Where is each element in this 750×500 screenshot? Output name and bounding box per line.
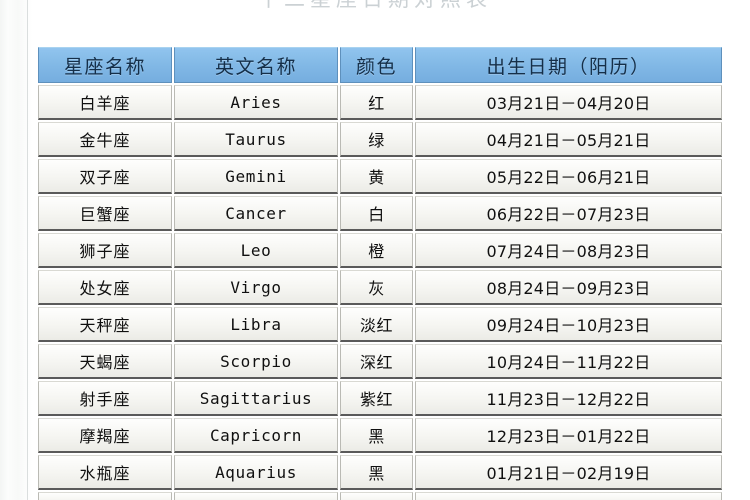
cell-date: 12月23日－01月22日: [415, 418, 722, 453]
cell-eng: Aquarius: [174, 455, 338, 490]
cell-eng: Cancer: [174, 196, 338, 231]
cell-color: 紫红: [340, 381, 413, 416]
table-row: 金牛座 Taurus 绿 04月21日－05月21日: [38, 122, 722, 157]
cell-date: 04月21日－05月21日: [415, 122, 722, 157]
cell-eng: Leo: [174, 233, 338, 268]
cell-name: 处女座: [38, 270, 172, 305]
cell-eng: Scorpio: [174, 344, 338, 379]
cell-date: 03月21日－04月20日: [415, 85, 722, 120]
cell-color: 黑: [340, 455, 413, 490]
cell-color: 红: [340, 85, 413, 120]
cell-eng: Libra: [174, 307, 338, 342]
table-body: 白羊座 Aries 红 03月21日－04月20日 金牛座 Taurus 绿 04月21日－0…: [38, 85, 722, 500]
table-row: 天蝎座 Scorpio 深红 10月24日－11月22日: [38, 344, 722, 379]
table-row: 双子座 Gemini 黄 05月22日－06月21日: [38, 159, 722, 194]
cell-eng: Gemini: [174, 159, 338, 194]
cell-name: 射手座: [38, 381, 172, 416]
cell-color: 橙: [340, 233, 413, 268]
cell-name: 白羊座: [38, 85, 172, 120]
cell-date: 06月22日－07月23日: [415, 196, 722, 231]
cell-name: 金牛座: [38, 122, 172, 157]
cell-color: 深红: [340, 344, 413, 379]
cell-color: 黄: [340, 159, 413, 194]
table-row: 摩羯座 Capricorn 黑 12月23日－01月22日: [38, 418, 722, 453]
cell-eng: [174, 492, 338, 500]
column-header-color: 颜色: [340, 47, 413, 83]
table-row: [38, 492, 722, 500]
cell-name: 天秤座: [38, 307, 172, 342]
cell-color: 淡红: [340, 307, 413, 342]
cell-eng: Sagittarius: [174, 381, 338, 416]
column-header-birth-date: 出生日期（阳历）: [415, 47, 722, 83]
table-row: 巨蟹座 Cancer 白 06月22日－07月23日: [38, 196, 722, 231]
page-title-text: 十二星座日期对照表: [0, 0, 750, 13]
cell-name: 摩羯座: [38, 418, 172, 453]
table-row: 水瓶座 Aquarius 黑 01月21日－02月19日: [38, 455, 722, 490]
table-row: 白羊座 Aries 红 03月21日－04月20日: [38, 85, 722, 120]
cell-name: 双子座: [38, 159, 172, 194]
cell-date: 10月24日－11月22日: [415, 344, 722, 379]
table-row: 狮子座 Leo 橙 07月24日－08月23日: [38, 233, 722, 268]
cell-color: 灰: [340, 270, 413, 305]
cell-date: 11月23日－12月22日: [415, 381, 722, 416]
column-header-english-name: 英文名称: [174, 47, 338, 83]
cell-name: 水瓶座: [38, 455, 172, 490]
cell-name: [38, 492, 172, 500]
cell-date: 09月24日－10月23日: [415, 307, 722, 342]
cell-name: 巨蟹座: [38, 196, 172, 231]
cell-color: 黑: [340, 418, 413, 453]
table-header-row: 星座名称 英文名称 颜色 出生日期（阳历）: [38, 47, 722, 83]
cell-eng: Aries: [174, 85, 338, 120]
table-row: 天秤座 Libra 淡红 09月24日－10月23日: [38, 307, 722, 342]
cell-eng: Virgo: [174, 270, 338, 305]
table-header: 星座名称 英文名称 颜色 出生日期（阳历）: [38, 47, 722, 83]
table-row: 射手座 Sagittarius 紫红 11月23日－12月22日: [38, 381, 722, 416]
cell-name: 天蝎座: [38, 344, 172, 379]
cell-date: [415, 492, 722, 500]
cell-name: 狮子座: [38, 233, 172, 268]
table-row: 处女座 Virgo 灰 08月24日－09月23日: [38, 270, 722, 305]
zodiac-table: 星座名称 英文名称 颜色 出生日期（阳历） 白羊座 Aries 红 03月21日－04…: [36, 45, 724, 500]
cell-date: 05月22日－06月21日: [415, 159, 722, 194]
cell-color: 绿: [340, 122, 413, 157]
cell-eng: Capricorn: [174, 418, 338, 453]
cell-date: 07月24日－08月23日: [415, 233, 722, 268]
cell-date: 01月21日－02月19日: [415, 455, 722, 490]
page-title-clipped: 十二星座日期对照表: [0, 0, 750, 16]
cell-color: [340, 492, 413, 500]
zodiac-reference-image: 十二星座日期对照表 星座名称 英文名称 颜色 出生日期（阳历） 白羊座Aries…: [0, 0, 750, 500]
column-header-zodiac-name: 星座名称: [38, 47, 172, 83]
cell-date: 08月24日－09月23日: [415, 270, 722, 305]
cell-color: 白: [340, 196, 413, 231]
cell-eng: Taurus: [174, 122, 338, 157]
